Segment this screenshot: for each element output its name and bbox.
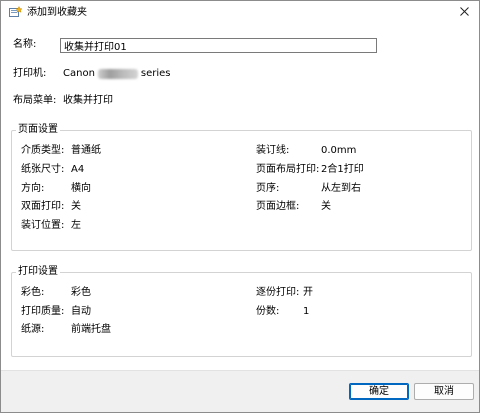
- orientation-label: 方向:: [21, 183, 45, 194]
- binding-position-label: 装订位置:: [21, 220, 65, 231]
- page-border-value: 关: [321, 201, 331, 212]
- duplex-label: 双面打印:: [21, 201, 65, 212]
- title-bar: 添加到收藏夹: [1, 1, 479, 25]
- cancel-button[interactable]: 取消: [414, 383, 474, 400]
- page-layout-label: 页面布局打印:: [256, 164, 320, 175]
- color-label: 彩色:: [21, 287, 45, 298]
- binding-position-value: 左: [71, 220, 81, 231]
- printer-value: Canon series: [63, 67, 171, 82]
- layout-menu-label: 布局菜单:: [13, 95, 57, 106]
- print-settings-group: 打印设置 彩色: 彩色 打印质量: 自动 纸源: 前端托盘 逐份打印: 开 份数…: [11, 266, 472, 357]
- paper-size-value: A4: [71, 164, 85, 175]
- copies-label: 份数:: [256, 306, 280, 317]
- printer-series: series: [140, 68, 171, 79]
- close-icon[interactable]: [459, 7, 469, 19]
- name-label: 名称:: [13, 39, 37, 50]
- orientation-value: 横向: [71, 183, 91, 194]
- ok-button[interactable]: 确定: [349, 383, 409, 400]
- paper-source-label: 纸源:: [21, 324, 45, 335]
- print-settings-title: 打印设置: [16, 266, 60, 278]
- page-layout-value: 2合1打印: [321, 164, 364, 175]
- paper-source-value: 前端托盘: [71, 324, 111, 335]
- paper-size-label: 纸张尺寸:: [21, 164, 65, 175]
- add-to-favorites-dialog: 添加到收藏夹 名称: 打印机: Canonseries 布局菜单: 收集并打印 …: [0, 0, 480, 413]
- color-value: 彩色: [71, 287, 91, 298]
- favorite-add-icon: [9, 5, 23, 18]
- close-button[interactable]: [453, 3, 475, 23]
- name-input[interactable]: [60, 38, 377, 53]
- printer-label: 打印机:: [13, 68, 47, 79]
- binding-margin-value: 0.0mm: [321, 145, 357, 156]
- page-settings-group: 页面设置 介质类型: 普通纸 纸张尺寸: A4 方向: 横向 双面打印: 关 装…: [11, 124, 472, 251]
- media-type-value: 普通纸: [71, 145, 101, 156]
- media-type-label: 介质类型:: [21, 145, 65, 156]
- page-settings-title: 页面设置: [16, 124, 60, 136]
- page-order-label: 页序:: [256, 183, 280, 194]
- page-order-value: 从左到右: [321, 183, 361, 194]
- collate-value: 开: [303, 287, 313, 298]
- printer-brand: Canon: [63, 68, 95, 79]
- layout-menu-value: 收集并打印: [63, 95, 113, 106]
- binding-margin-label: 装订线:: [256, 145, 290, 156]
- dialog-footer: 确定 取消: [1, 370, 479, 412]
- window-title: 添加到收藏夹: [27, 7, 87, 18]
- redacted-model-name: [97, 69, 138, 79]
- collate-label: 逐份打印:: [256, 287, 300, 298]
- copies-value: 1: [303, 306, 310, 317]
- print-quality-label: 打印质量:: [21, 306, 65, 317]
- page-border-label: 页面边框:: [256, 201, 300, 212]
- print-quality-value: 自动: [71, 306, 91, 317]
- duplex-value: 关: [71, 201, 81, 212]
